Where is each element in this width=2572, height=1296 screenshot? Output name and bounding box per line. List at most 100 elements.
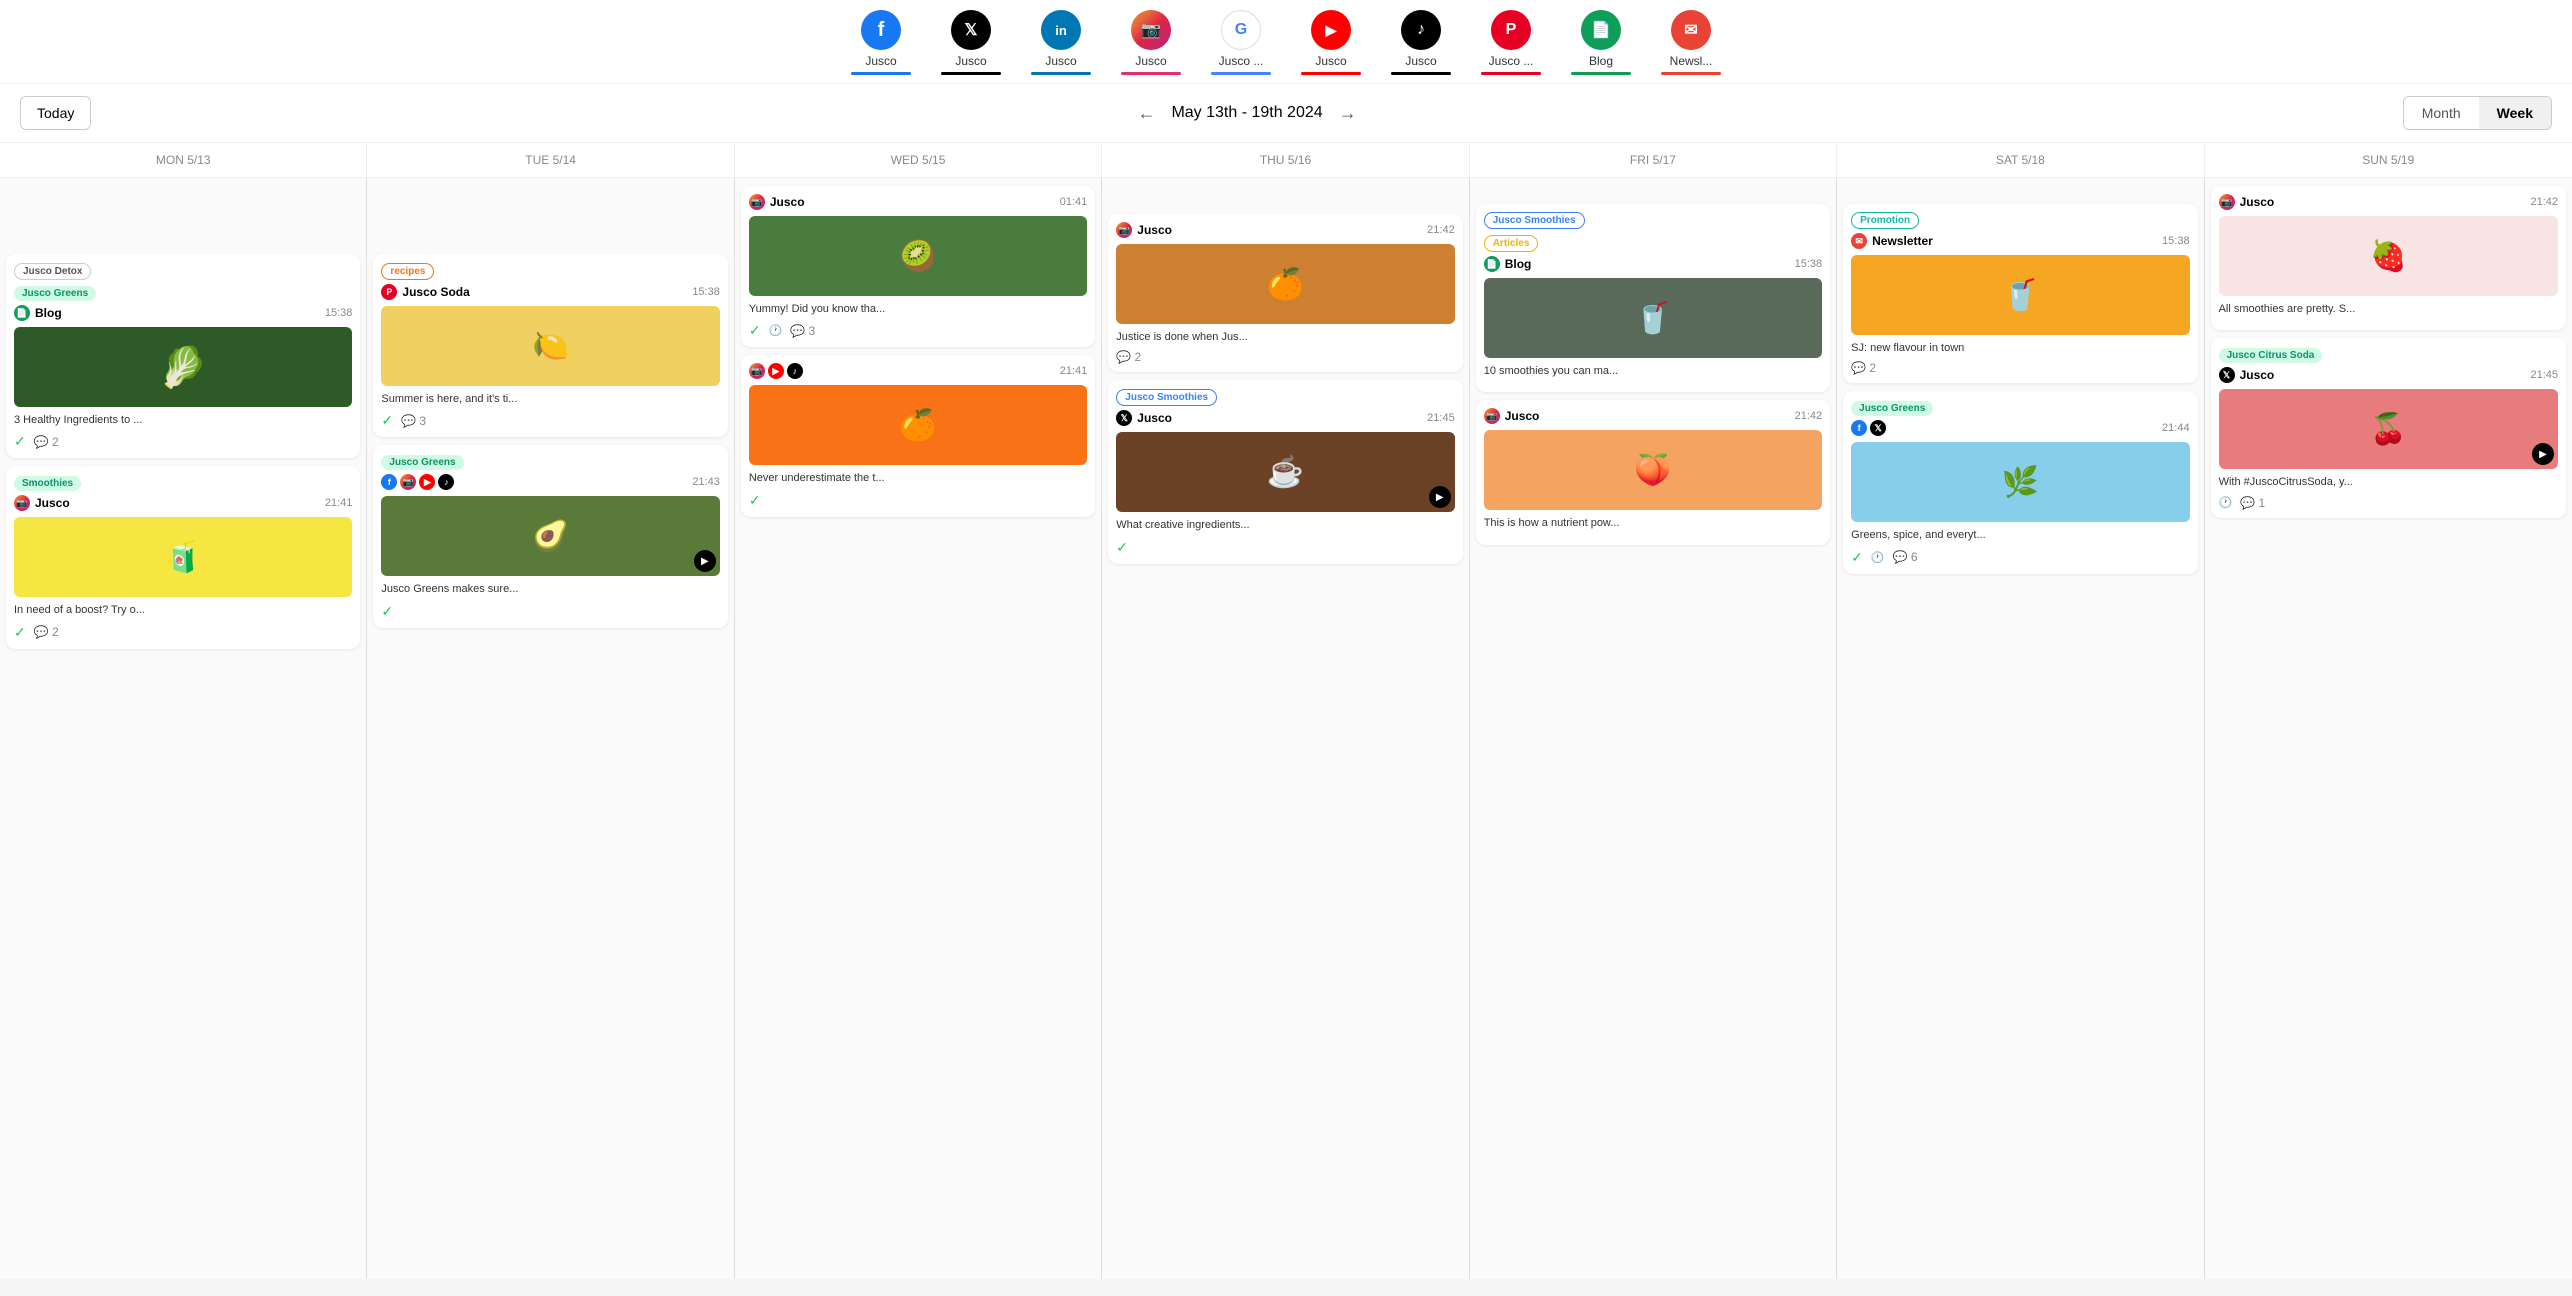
nav-instagram[interactable]: 📷 Jusco	[1121, 10, 1181, 83]
card-time-newsletter-sat: 15:38	[2162, 235, 2190, 247]
card-header-citrus-soda-sun: 𝕏 Jusco 21:45	[2219, 367, 2558, 383]
day-header-fri: FRI 5/17	[1470, 143, 1837, 177]
check-icon-smoothies-thu: ✓	[1116, 539, 1128, 556]
card-citrus-soda-sun[interactable]: Jusco Citrus Soda 𝕏 Jusco 21:45 🍒 ▶ With…	[2211, 338, 2566, 517]
card-footer-recipes: ✓ 💬 3	[381, 412, 719, 429]
card-citrus-thu[interactable]: 📷 Jusco 21:42 🍊 Justice is done when Jus…	[1108, 214, 1462, 372]
month-view-button[interactable]: Month	[2404, 97, 2479, 129]
nav-x-label: Jusco	[955, 54, 986, 68]
day-header-sat: SAT 5/18	[1837, 143, 2204, 177]
nav-ig-underline	[1121, 72, 1181, 75]
card-header-orange: 📷 ▶ ♪ 21:41	[749, 363, 1087, 379]
ig-icon-tue: 📷	[400, 474, 416, 490]
card-img-greens-sat: 🌿	[1851, 442, 2189, 522]
tag-articles-fri: Articles	[1484, 235, 1539, 252]
card-recipes-tue[interactable]: recipes P Jusco Soda 15:38 🍋 Summer is h…	[373, 254, 727, 437]
card-footer-smoothies-thu: ✓	[1116, 539, 1454, 556]
greens-sat-image: 🌿	[1851, 442, 2189, 522]
card-footer-orange: ✓	[749, 492, 1087, 509]
nav-x[interactable]: 𝕏 Jusco	[941, 10, 1001, 83]
comment-icon-recipes: 💬 3	[401, 414, 426, 428]
card-img-smoothies-thu: ☕ ▶	[1116, 432, 1454, 512]
card-header-blog-fri: 📄 Blog 15:38	[1484, 256, 1822, 272]
tag-jusco-detox: Jusco Detox	[14, 263, 91, 280]
card-img-blog-fri: 🥤	[1484, 278, 1822, 358]
today-button[interactable]: Today	[20, 96, 91, 130]
platform-ig-label-mon: Jusco	[35, 496, 70, 510]
nav-yt-label: Jusco	[1315, 54, 1346, 68]
card-footer-citrus-soda-sun: 🕐 💬 1	[2219, 496, 2558, 510]
card-peach-fri[interactable]: 📷 Jusco 21:42 🍑 This is how a nutrient p…	[1476, 400, 1830, 544]
tag-jusco-greens-sat: Jusco Greens	[1851, 401, 1933, 416]
card-time-orange: 21:41	[1060, 365, 1088, 377]
card-orange-wed[interactable]: 📷 ▶ ♪ 21:41 🍊 Never underestimate the t.…	[741, 355, 1095, 516]
nav-newsletter[interactable]: ✉ Newsl...	[1661, 10, 1721, 83]
day-columns: Jusco Detox Jusco Greens 📄 Blog 15:38 🥬 …	[0, 178, 2572, 1279]
nav-blog[interactable]: 📄 Blog	[1571, 10, 1631, 83]
linkedin-icon: in	[1041, 10, 1081, 50]
nav-pinterest[interactable]: P Jusco ...	[1481, 10, 1541, 83]
nav-blog-underline	[1571, 72, 1631, 75]
nav-pi-underline	[1481, 72, 1541, 75]
check-icon-recipes: ✓	[381, 412, 393, 429]
card-promotion-sat[interactable]: Promotion ✉ Newsletter 15:38 🥤 SJ: new f…	[1843, 204, 2197, 383]
check-icon-greens-tue: ✓	[381, 603, 393, 620]
tag-jusco-smoothies-thu: Jusco Smoothies	[1116, 389, 1217, 406]
platform-ig-wed: 📷 Jusco	[749, 194, 805, 210]
view-toggle: Month Week	[2403, 96, 2552, 130]
card-header-peach: 📷 Jusco 21:42	[1484, 408, 1822, 424]
newsletter-sat-image: 🥤	[1851, 255, 2189, 335]
card-jusco-detox[interactable]: Jusco Detox Jusco Greens 📄 Blog 15:38 🥬 …	[6, 254, 360, 458]
platform-ig-mon: 📷 Jusco	[14, 495, 70, 511]
nav-tiktok[interactable]: ♪ Jusco	[1391, 10, 1451, 83]
day-header-sun: SUN 5/19	[2205, 143, 2572, 177]
platform-blog-label-fri: Blog	[1505, 257, 1532, 271]
card-greens-sat[interactable]: Jusco Greens f 𝕏 21:44 🌿 Greens, spice, …	[1843, 391, 2197, 573]
next-arrow[interactable]: →	[1339, 103, 1357, 124]
card-header-greens-sat: f 𝕏 21:44	[1851, 420, 2189, 436]
nav-linkedin[interactable]: in Jusco	[1031, 10, 1091, 83]
nav-tt-label: Jusco	[1405, 54, 1436, 68]
card-jusco-greens-tue[interactable]: Jusco Greens f 📷 ▶ ♪ 21:43 🥑 ▶ Jusco Gre…	[373, 445, 727, 627]
week-view-button[interactable]: Week	[2479, 97, 2551, 129]
card-header-greens-tue: f 📷 ▶ ♪ 21:43	[381, 474, 719, 490]
platform-x-thu: 𝕏 Jusco	[1116, 410, 1172, 426]
citrus-soda-sun-image: 🍒	[2219, 389, 2558, 469]
card-smoothies-thu[interactable]: Jusco Smoothies 𝕏 Jusco 21:45 ☕ ▶ What c…	[1108, 380, 1462, 563]
peach-image: 🍑	[1484, 430, 1822, 510]
nav-google[interactable]: G Jusco ...	[1211, 10, 1271, 83]
card-img-citrus: 🍊	[1116, 244, 1454, 324]
comment-icon-greens-sat: 💬 6	[1893, 550, 1918, 564]
day-col-tue: recipes P Jusco Soda 15:38 🍋 Summer is h…	[367, 178, 734, 1279]
card-smoothies-fri[interactable]: Jusco Smoothies Articles 📄 Blog 15:38 🥤 …	[1476, 204, 1830, 392]
smoothies-thu-image: ☕	[1116, 432, 1454, 512]
tag-jusco-greens-tue: Jusco Greens	[381, 455, 463, 470]
nav-yt-underline	[1301, 72, 1361, 75]
check-icon-smoothies: ✓	[14, 624, 26, 641]
card-header-kiwi: 📷 Jusco 01:41	[749, 194, 1087, 210]
prev-arrow[interactable]: ←	[1137, 103, 1155, 124]
day-header-mon: MON 5/13	[0, 143, 367, 177]
card-time: 15:38	[325, 307, 353, 319]
card-smoothie-sun[interactable]: 📷 Jusco 21:42 🍓 All smoothies are pretty…	[2211, 186, 2566, 330]
day-headers: MON 5/13 TUE 5/14 WED 5/15 THU 5/16 FRI …	[0, 143, 2572, 178]
blog-icon-fri: 📄	[1484, 256, 1500, 272]
card-img-smoothie-sun: 🍓	[2219, 216, 2558, 296]
card-time-peach: 21:42	[1795, 410, 1823, 422]
card-footer-greens-tue: ✓	[381, 603, 719, 620]
nav-li-underline	[1031, 72, 1091, 75]
comment-icon: 💬 2	[34, 435, 59, 449]
card-text: 3 Healthy Ingredients to ...	[14, 413, 352, 428]
card-time-blog-fri: 15:38	[1795, 258, 1823, 270]
card-kiwi-wed[interactable]: 📷 Jusco 01:41 🥝 Yummy! Did you know tha.…	[741, 186, 1095, 347]
video-badge-thu: ▶	[1429, 486, 1451, 508]
nav-facebook[interactable]: f Jusco	[851, 10, 911, 83]
multi-icons-wed: 📷 ▶ ♪	[749, 363, 803, 379]
date-nav: ← May 13th - 19th 2024 →	[1137, 103, 1356, 124]
platform-ig-label-sun: Jusco	[2240, 195, 2275, 209]
check-icon-orange: ✓	[749, 492, 761, 509]
date-range: May 13th - 19th 2024	[1171, 104, 1322, 122]
nav-youtube[interactable]: ▶ Jusco	[1301, 10, 1361, 83]
platform-ig-label-wed: Jusco	[770, 195, 805, 209]
card-smoothies-mon[interactable]: Smoothies 📷 Jusco 21:41 🧃 In need of a b…	[6, 466, 360, 648]
